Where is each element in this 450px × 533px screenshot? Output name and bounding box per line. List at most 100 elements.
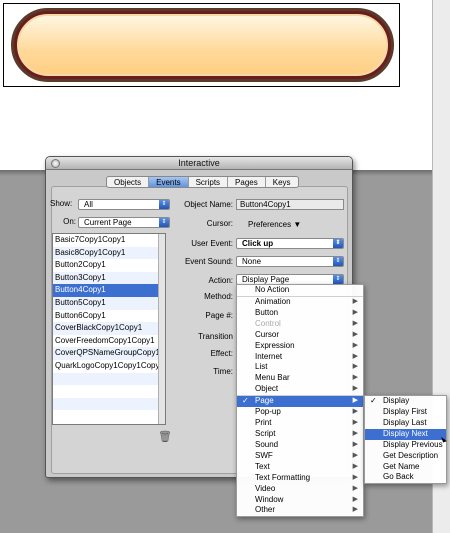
menu-item-label: Animation	[255, 296, 291, 306]
action-menu-item[interactable]: List ▶	[237, 362, 363, 373]
popup-arrows-icon: ⇕	[333, 275, 343, 284]
object-list-rows: Basic7Copy1Copy1 Basic8Copy1Copy1 Button2C…	[53, 234, 165, 423]
list-item-empty	[53, 372, 165, 386]
list-item[interactable]: Basic8Copy1Copy1	[53, 246, 165, 260]
page-submenu-item[interactable]: Go Back	[365, 472, 446, 483]
effect-label: Effect:	[210, 349, 233, 358]
submenu-arrow-icon: ▶	[352, 419, 358, 427]
list-item[interactable]: Button6Copy1	[53, 310, 165, 323]
menu-item-label: Display Previous	[383, 439, 443, 449]
page-submenu-item[interactable]: Display Last	[365, 418, 446, 429]
cursor-label: Cursor:	[206, 219, 233, 228]
page-submenu-item[interactable]: ✓ Display	[365, 396, 446, 407]
action-menu-item[interactable]: Text ▶	[237, 462, 363, 473]
menu-item-label: Display Last	[383, 417, 427, 427]
action-value: Display Page	[242, 275, 290, 284]
tab-scripts[interactable]: Scripts	[189, 177, 229, 187]
action-menu-item[interactable]: No Action	[237, 285, 363, 296]
menu-item-label: Sound	[255, 439, 279, 449]
list-item[interactable]: Button4Copy1	[53, 284, 165, 297]
menu-item-label: Window	[255, 494, 284, 504]
submenu-arrow-icon: ▶	[352, 319, 358, 327]
show-popup[interactable]: All ⇕	[78, 199, 170, 210]
submenu-arrow-icon: ▶	[352, 506, 358, 514]
tab-events[interactable]: Events	[149, 177, 189, 187]
menu-item-label: Script	[255, 428, 276, 438]
menu-item-label: Control	[255, 318, 281, 328]
list-item[interactable]: Button2Copy1	[53, 259, 165, 272]
submenu-arrow-icon: ▶	[352, 330, 358, 338]
palette-titlebar[interactable]: Interactive	[46, 157, 352, 170]
submenu-arrow-icon: ▶	[352, 363, 358, 371]
on-label: On:	[63, 217, 76, 226]
method-label: Method:	[204, 292, 233, 301]
action-menu-item[interactable]: Other ▶	[237, 505, 363, 516]
menu-item-label: Page	[255, 396, 274, 406]
event-sound-label: Event Sound:	[184, 257, 233, 266]
user-event-value: Click up	[242, 239, 274, 248]
event-sound-popup[interactable]: None ⇕	[236, 256, 344, 267]
list-item[interactable]: QuarkLogoCopy1Copy1Copy	[53, 360, 165, 373]
action-menu-item[interactable]: Script ▶	[237, 429, 363, 440]
button4-object[interactable]	[11, 8, 394, 82]
list-item[interactable]: CoverFreedomCopy1Copy1	[53, 335, 165, 348]
action-menu-item[interactable]: Internet ▶	[237, 352, 363, 363]
menu-item-label: Display	[383, 396, 410, 405]
checkmark-icon: ✓	[242, 396, 249, 406]
page-submenu-item[interactable]: Display Next	[365, 428, 446, 440]
menu-item-label: SWF	[255, 450, 273, 460]
action-menu-item[interactable]: Animation ▶	[237, 297, 363, 308]
page-submenu-item[interactable]: Display Previous	[365, 440, 446, 451]
tab-objects[interactable]: Objects	[107, 177, 150, 187]
list-item[interactable]: Basic7Copy1Copy1	[53, 234, 165, 247]
action-menu-item[interactable]: Pop-up ▶	[237, 407, 363, 418]
action-menu-item[interactable]: Print ▶	[237, 418, 363, 429]
action-menu-item[interactable]: Video ▶	[237, 484, 363, 495]
page-submenu-item[interactable]: Display First	[365, 407, 446, 418]
object-name-field[interactable]: Button4Copy1	[236, 199, 344, 210]
menu-item-label: Print	[255, 418, 272, 428]
menu-item-label: Button	[255, 307, 279, 317]
action-menu-item[interactable]: ✓ Page ▶	[237, 396, 363, 408]
menu-item-label: Go Back	[383, 472, 414, 482]
menu-item-label: Get Description	[383, 450, 439, 460]
list-item[interactable]: CoverQPSNameGroupCopy1...	[53, 347, 165, 360]
button4-face	[17, 14, 388, 76]
list-item[interactable]: CoverBlackCopy1Copy1	[53, 322, 165, 335]
object-list[interactable]: Basic7Copy1Copy1 Basic8Copy1Copy1 Button2C…	[52, 233, 166, 425]
action-menu-item[interactable]: Expression ▶	[237, 341, 363, 352]
menu-item-label: Internet	[255, 351, 283, 361]
submenu-arrow-icon: ▶	[352, 385, 358, 393]
popup-arrows-icon: ⇕	[159, 218, 169, 227]
menu-item-label: Other	[255, 505, 276, 515]
time-label: Time:	[213, 367, 233, 376]
submenu-arrow-icon: ▶	[352, 473, 358, 481]
list-item-empty	[53, 410, 165, 423]
user-event-popup[interactable]: Click up ⇕	[236, 238, 344, 249]
trash-icon[interactable]: 🗑	[158, 432, 172, 443]
close-icon[interactable]	[51, 159, 60, 168]
tab-pages[interactable]: Pages	[228, 177, 266, 187]
submenu-arrow-icon: ▶	[352, 484, 358, 492]
action-menu-item[interactable]: Button ▶	[237, 308, 363, 319]
button-object-frame[interactable]	[3, 3, 400, 87]
action-menu-item[interactable]: Menu Bar ▶	[237, 373, 363, 384]
submenu-arrow-icon: ▶	[352, 451, 358, 459]
page-submenu-item[interactable]: Get Name	[365, 462, 446, 473]
on-popup[interactable]: Current Page ⇕	[78, 217, 170, 228]
list-item[interactable]: Button3Copy1	[53, 271, 165, 285]
action-menu-item: Control ▶	[237, 319, 363, 330]
action-menu-item[interactable]: Object ▶	[237, 384, 363, 395]
action-menu-item[interactable]: Text Formatting ▶	[237, 473, 363, 484]
list-scrollbar[interactable]	[158, 234, 165, 424]
page-number-label: Page #:	[205, 311, 233, 320]
action-menu-item[interactable]: Window ▶	[237, 495, 363, 506]
action-menu-item[interactable]: SWF ▶	[237, 451, 363, 462]
tab-keys[interactable]: Keys	[266, 177, 298, 187]
action-menu-item[interactable]: Sound ▶	[237, 440, 363, 451]
cursor-popup[interactable]: Preferences ▼	[248, 219, 308, 230]
list-item-empty	[53, 397, 165, 411]
page-submenu-item[interactable]: Get Description	[365, 451, 446, 462]
action-menu-item[interactable]: Cursor ▶	[237, 330, 363, 341]
list-item[interactable]: Button5Copy1	[53, 296, 165, 310]
